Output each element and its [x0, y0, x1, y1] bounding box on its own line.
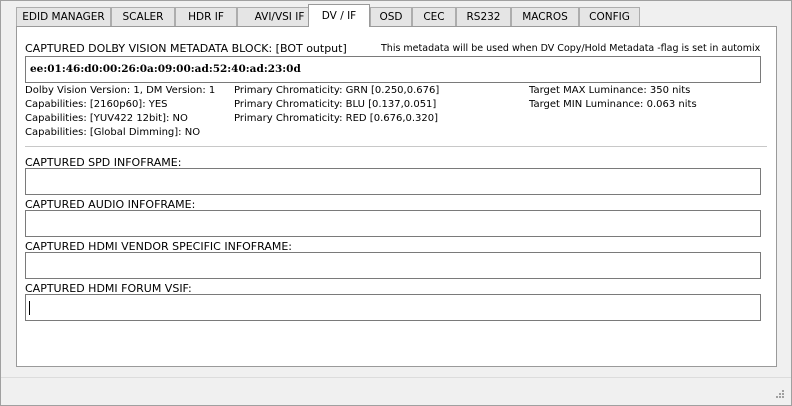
target-max-luminance-text: Target MAX Luminance: 350 nits	[529, 85, 691, 96]
cap-global-dimming-text: Capabilities: [Global Dimming]: NO	[25, 127, 201, 138]
dolby-note: This metadata will be used when DV Copy/…	[381, 43, 761, 54]
tab-cec[interactable]: CEC	[412, 7, 456, 26]
tab-osd[interactable]: OSD	[370, 7, 412, 26]
status-bar-divider	[1, 377, 791, 378]
target-min-luminance-text: Target MIN Luminance: 0.063 nits	[529, 99, 697, 110]
chroma-red-text: Primary Chromaticity: RED [0.676,0.320]	[234, 113, 439, 124]
cap-2160p60-text: Capabilities: [2160p60]: YES	[25, 99, 168, 110]
tab-config[interactable]: CONFIG	[579, 7, 640, 26]
tab-hdr-if[interactable]: HDR IF	[175, 7, 237, 26]
vendor-infoframe-field[interactable]	[25, 252, 761, 279]
spd-infoframe-field[interactable]	[25, 168, 761, 195]
dv-version-text: Dolby Vision Version: 1, DM Version: 1	[25, 85, 216, 96]
text-caret	[29, 301, 30, 315]
cap-yuv422-text: Capabilities: [YUV422 12bit]: NO	[25, 113, 188, 124]
resize-grip-icon[interactable]	[775, 389, 785, 399]
chroma-blu-text: Primary Chromaticity: BLU [0.137,0.051]	[234, 99, 437, 110]
tab-rs232[interactable]: RS232	[456, 7, 511, 26]
tab-dv-if[interactable]: DV / IF	[308, 4, 370, 27]
tab-edid-manager[interactable]: EDID MANAGER	[16, 7, 111, 26]
forum-vsif-field[interactable]	[25, 294, 761, 321]
section-divider	[25, 146, 767, 147]
tab-scaler[interactable]: SCALER	[111, 7, 175, 26]
audio-infoframe-field[interactable]	[25, 210, 761, 237]
dolby-metadata-field[interactable]: ee:01:46:d0:00:26:0a:09:00:ad:52:40:ad:2…	[25, 56, 761, 83]
dv-if-panel: CAPTURED DOLBY VISION METADATA BLOCK: [B…	[16, 26, 777, 367]
tab-macros[interactable]: MACROS	[511, 7, 579, 26]
chroma-grn-text: Primary Chromaticity: GRN [0.250,0.676]	[234, 85, 440, 96]
dolby-metadata-value: ee:01:46:d0:00:26:0a:09:00:ad:52:40:ad:2…	[30, 63, 301, 75]
dolby-section-title: CAPTURED DOLBY VISION METADATA BLOCK: [B…	[25, 42, 347, 55]
window-frame: EDID MANAGER SCALER HDR IF AVI/VSI IF DV…	[0, 0, 792, 406]
